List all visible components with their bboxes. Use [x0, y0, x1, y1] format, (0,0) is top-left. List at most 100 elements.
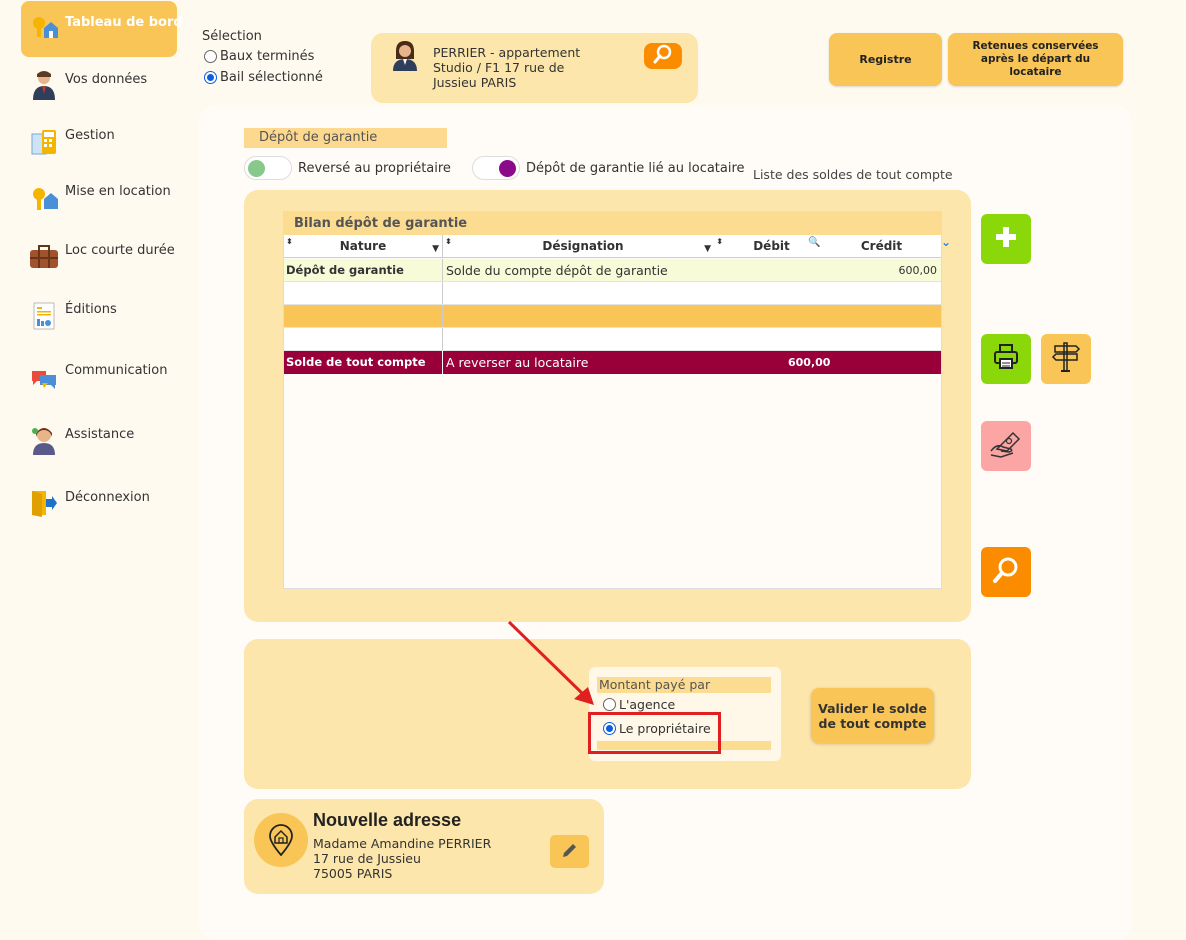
- balances-list-label: Liste des soldes de tout compte: [753, 167, 953, 182]
- address-street: 17 rue de Jussieu: [313, 851, 421, 866]
- sidebar-item-editions[interactable]: Éditions: [21, 291, 177, 347]
- radio-label: Bail sélectionné: [220, 70, 323, 85]
- sidebar-item-label: Vos données: [65, 72, 148, 87]
- table-row[interactable]: [284, 328, 941, 351]
- sidebar-item-rental[interactable]: Mise en location: [21, 173, 177, 229]
- col-header-designation[interactable]: ⬍ Désignation ▼ ⬍: [443, 235, 723, 258]
- table-row[interactable]: Dépôt de garantie Solde du compte dépôt …: [284, 259, 941, 282]
- sidebar-item-communication[interactable]: Communication: [21, 352, 177, 408]
- signpost-button[interactable]: [1041, 334, 1091, 384]
- sidebar-item-label: Assistance: [65, 427, 135, 442]
- sidebar-item-label: Déconnexion: [65, 490, 150, 505]
- table-title: Bilan dépôt de garantie: [284, 212, 941, 235]
- col-header-credit[interactable]: Crédit: [844, 235, 919, 258]
- sidebar: Tableau de bord Vos données Gestion Mise…: [0, 0, 185, 940]
- lease-line: Jussieu PARIS: [433, 75, 517, 90]
- pencil-icon: [561, 841, 579, 863]
- address-name: Madame Amandine PERRIER: [313, 836, 492, 851]
- refund-button[interactable]: [981, 421, 1031, 471]
- divider: [442, 305, 443, 327]
- house-key-icon: [29, 11, 59, 41]
- hand-money-icon: [989, 429, 1023, 463]
- tab-deposit[interactable]: Dépôt de garantie: [244, 128, 447, 148]
- address-title: Nouvelle adresse: [313, 810, 462, 830]
- plus-icon: [994, 225, 1018, 253]
- toggle-knob: [499, 160, 516, 177]
- sidebar-item-short-term[interactable]: Loc courte durée: [21, 232, 177, 288]
- filter-icon[interactable]: ▼: [704, 238, 711, 261]
- col-header-debit[interactable]: Débit: [744, 235, 799, 258]
- add-button[interactable]: [981, 214, 1031, 264]
- cell-nature: Dépôt de garantie: [286, 263, 404, 277]
- chevron-down-icon[interactable]: ⌄: [941, 235, 951, 249]
- sort-icon[interactable]: ⬍: [445, 230, 452, 253]
- chat-bubbles-icon: [29, 364, 59, 394]
- document-chart-icon: [29, 301, 59, 331]
- table-row[interactable]: [284, 305, 941, 328]
- search-icon: [992, 556, 1020, 588]
- lease-line: PERRIER - appartement: [433, 45, 581, 60]
- validate-balance-button[interactable]: Valider le solde de tout compte: [811, 688, 934, 743]
- location-pin-icon: [254, 813, 308, 867]
- search-button[interactable]: [981, 547, 1031, 597]
- sidebar-item-label: Éditions: [65, 302, 117, 317]
- search-icon: [653, 44, 673, 68]
- cell-designation: A reverser au locataire: [446, 355, 589, 370]
- sidebar-item-your-data[interactable]: Vos données: [21, 60, 177, 116]
- radio-label: Baux terminés: [220, 49, 315, 64]
- cell-designation: Solde du compte dépôt de garantie: [446, 263, 668, 278]
- toggle-deposit-tenant-label: Dépôt de garantie lié au locataire: [526, 161, 745, 176]
- table-header: ⬍ Nature ▼ ⬍ Désignation ▼ ⬍ Débit 🔍 Cré…: [284, 235, 951, 258]
- radio-ended-leases[interactable]: Baux terminés: [204, 49, 314, 64]
- col-header-nature[interactable]: ⬍ Nature ▼: [284, 235, 442, 258]
- registre-button[interactable]: Registre: [829, 33, 942, 86]
- lease-search-button[interactable]: [644, 43, 682, 69]
- address-city: 75005 PARIS: [313, 866, 393, 881]
- new-address-card: Nouvelle adresse Madame Amandine PERRIER…: [244, 799, 604, 894]
- radio-button[interactable]: [204, 50, 217, 63]
- divider: [442, 282, 443, 304]
- toggle-deposit-tenant[interactable]: [472, 156, 520, 180]
- sidebar-item-label: Tableau de bord: [65, 15, 183, 30]
- sidebar-item-label: Gestion: [65, 128, 115, 143]
- sort-icon[interactable]: ⬍: [286, 230, 293, 253]
- divider: [442, 351, 443, 374]
- sort-icon[interactable]: ⬍: [716, 230, 723, 253]
- cell-nature: Solde de tout compte: [286, 355, 426, 369]
- table-total-row[interactable]: Solde de tout compte A reverser au locat…: [284, 351, 941, 374]
- cell-debit: 600,00: [788, 356, 831, 369]
- calculator-icon: [29, 127, 59, 157]
- selection-title: Sélection: [202, 29, 262, 44]
- sidebar-item-assistance[interactable]: Assistance: [21, 415, 177, 471]
- filter-icon[interactable]: ▼: [432, 238, 439, 261]
- key-house-icon: [29, 183, 59, 213]
- lease-card: PERRIER - appartement Studio / F1 17 rue…: [371, 33, 698, 103]
- support-agent-icon: [29, 425, 59, 455]
- toggle-returned-owner[interactable]: [244, 156, 292, 180]
- print-button[interactable]: [981, 334, 1031, 384]
- suitcase-icon: [29, 242, 59, 272]
- sidebar-item-dashboard[interactable]: Tableau de bord: [21, 1, 183, 57]
- toggle-knob: [248, 160, 265, 177]
- annotation-highlight-box: [588, 712, 721, 754]
- signpost-icon: [1051, 341, 1081, 377]
- printer-icon: [992, 343, 1020, 375]
- sidebar-item-label: Loc courte durée: [65, 243, 175, 258]
- sidebar-item-logout[interactable]: Déconnexion: [21, 478, 177, 534]
- divider: [442, 328, 443, 350]
- tenant-avatar-icon: [391, 39, 419, 75]
- table-row[interactable]: [284, 282, 941, 305]
- edit-address-button[interactable]: [550, 835, 589, 868]
- radio-button[interactable]: [204, 71, 217, 84]
- deposit-balance-table: Bilan dépôt de garantie ⬍ Nature ▼ ⬍ Dés…: [283, 211, 951, 589]
- lease-description: PERRIER - appartement Studio / F1 17 rue…: [433, 45, 633, 90]
- sidebar-item-gestion[interactable]: Gestion: [21, 117, 177, 173]
- sidebar-item-label: Mise en location: [65, 184, 171, 199]
- search-icon[interactable]: 🔍: [808, 237, 820, 248]
- toggle-returned-owner-label: Reversé au propriétaire: [298, 161, 451, 176]
- divider: [442, 259, 443, 281]
- col-header-label: Désignation: [542, 239, 624, 253]
- retenues-button[interactable]: Retenues conservées après le départ du l…: [948, 33, 1123, 86]
- radio-selected-lease[interactable]: Bail sélectionné: [204, 70, 323, 85]
- col-header-label: Nature: [339, 239, 387, 253]
